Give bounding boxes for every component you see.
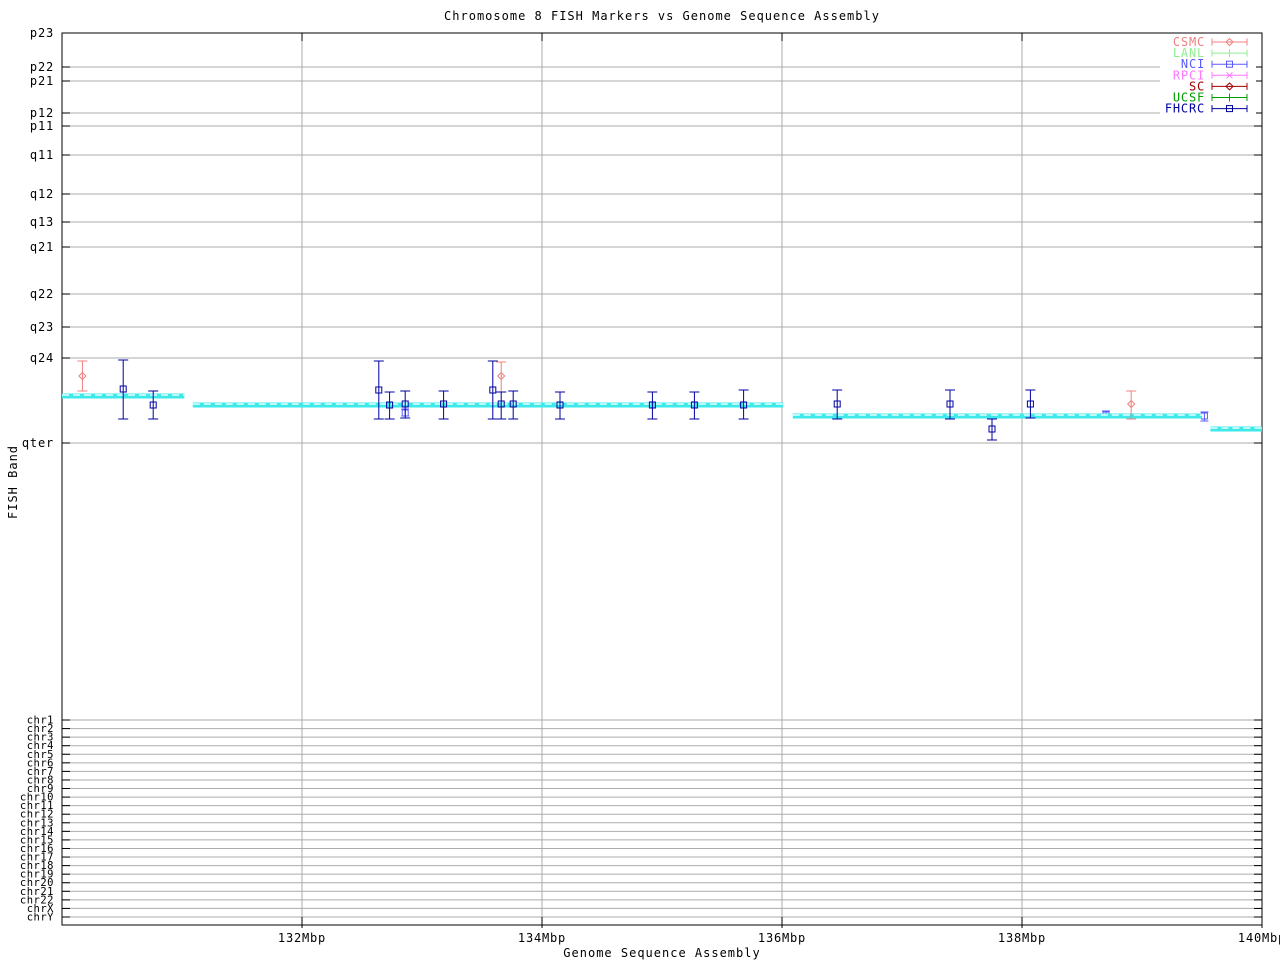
marker-diamond-dot [500,375,502,377]
x-axis-label: Genome Sequence Assembly [563,946,761,960]
marker-diamond-dot [1229,85,1231,88]
x-tick-label: 134Mbp [518,931,566,945]
y-tick-label: q21 [30,240,54,254]
y-tick-label: p12 [30,106,54,120]
y-tick-label: qter [22,436,54,450]
chart-title: Chromosome 8 FISH Markers vs Genome Sequ… [444,9,880,23]
y-tick-label: p22 [30,60,54,74]
y-tick-label: q22 [30,287,54,301]
y-tick-label: q23 [30,320,54,334]
legend-label: FHCRC [1165,102,1205,116]
y-axis-label: FISH Band [6,444,20,520]
y-tick-label: q12 [30,187,54,201]
y-tick-label: p23 [30,26,54,40]
x-tick-label: 136Mbp [758,931,806,945]
y-tick-label: q11 [30,148,54,162]
marker-diamond-dot [81,375,84,377]
y-tick-label: q13 [30,215,54,229]
marker-diamond-dot [1130,403,1132,405]
x-tick-label: 138Mbp [998,931,1046,945]
chr-tick-label: chrY [27,912,54,924]
fish-marker-chart: p23 p22 p21 p12 p11 q11 q12 q13 q21 q22 q23 q24 qter… [0,0,1280,960]
x-tick-label: 132Mbp [278,931,326,945]
y-tick-label: p21 [30,74,54,88]
y-tick-label: q24 [30,351,54,365]
x-tick-label: 140Mbp [1238,931,1280,945]
plot-border [61,32,1263,926]
chart-plot-svg: p23 p22p21 p12p11 q11 q12 q13 q21 q22 q23 q24 qter… [20,26,1280,945]
marker-diamond-dot [1229,41,1231,43]
y-tick-label: p11 [30,119,54,133]
